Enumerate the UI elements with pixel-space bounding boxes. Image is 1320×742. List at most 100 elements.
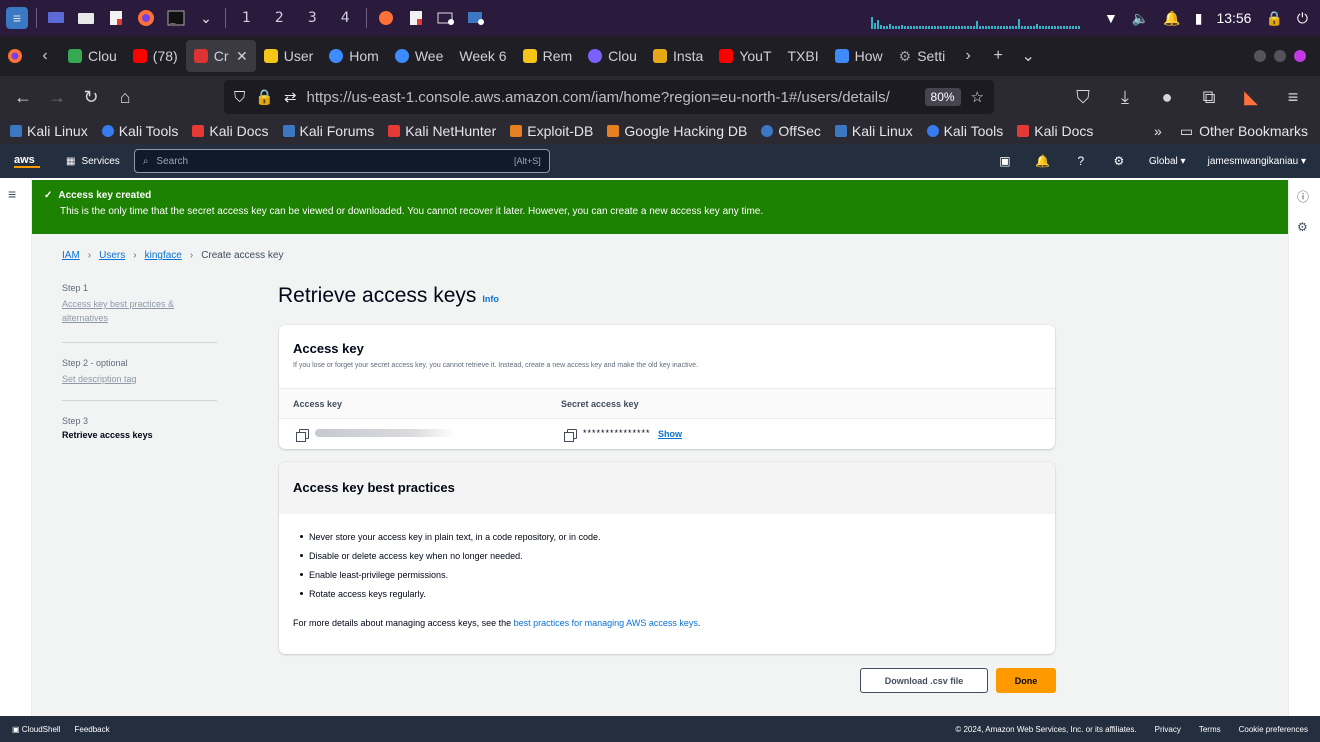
bookmark-item[interactable]: Google Hacking DB bbox=[607, 123, 747, 139]
back-icon[interactable]: ← bbox=[6, 82, 40, 112]
url-bar[interactable]: ⛉ 🔒 ⇄ https://us-east-1.console.aws.amaz… bbox=[224, 80, 994, 114]
workspace-4[interactable]: 4 bbox=[341, 10, 350, 26]
power-icon[interactable]: ⏻ bbox=[1297, 10, 1308, 27]
tab-item[interactable]: Wee bbox=[387, 40, 452, 72]
home-icon[interactable]: ⌂ bbox=[108, 82, 142, 112]
bookmark-item[interactable]: Kali Docs bbox=[1017, 123, 1093, 139]
permissions-icon[interactable]: ⇄ bbox=[284, 88, 297, 106]
bookmark-star-icon[interactable]: ☆ bbox=[971, 88, 984, 106]
bookmark-item[interactable]: Kali Docs bbox=[192, 123, 269, 139]
tab-item[interactable]: TXBI bbox=[780, 40, 827, 72]
tab-scroll-right-icon[interactable]: › bbox=[953, 47, 983, 65]
clock[interactable]: 13:56 bbox=[1216, 10, 1251, 26]
tab-item[interactable]: User bbox=[256, 40, 322, 72]
done-button[interactable]: Done bbox=[996, 668, 1056, 693]
extensions-icon[interactable]: ⧉ bbox=[1192, 82, 1226, 112]
hamburger-menu-icon[interactable]: ≡ bbox=[8, 186, 16, 202]
battery-icon[interactable]: ▮ bbox=[1195, 10, 1203, 27]
step-link[interactable]: Access key best practices & alternatives bbox=[62, 297, 222, 325]
tab-item[interactable]: ⚙ Setti bbox=[891, 40, 954, 72]
tab-item[interactable]: Week 6 bbox=[451, 40, 514, 72]
list-all-tabs-icon[interactable]: ⌄ bbox=[1013, 46, 1043, 66]
firefox-icon[interactable] bbox=[135, 7, 157, 29]
volume-icon[interactable]: 🔈 bbox=[1132, 10, 1149, 27]
settings-gear-icon[interactable]: ⚙ bbox=[1111, 153, 1127, 169]
tab-item-active[interactable]: Cr ✕ bbox=[185, 40, 256, 72]
reload-icon[interactable]: ↻ bbox=[74, 82, 108, 112]
breadcrumb-user[interactable]: kingface bbox=[145, 250, 182, 261]
bookmark-item[interactable]: Kali Linux bbox=[834, 123, 913, 139]
cloudshell-icon[interactable]: ▣ bbox=[997, 153, 1013, 169]
tab-scroll-left-icon[interactable]: ‹ bbox=[30, 47, 60, 65]
firefox-view-icon[interactable] bbox=[0, 48, 30, 64]
privacy-link[interactable]: Privacy bbox=[1155, 725, 1181, 734]
info-link[interactable]: Info bbox=[482, 294, 499, 304]
search-input[interactable]: ⌕ Search [Alt+S] bbox=[133, 149, 550, 173]
bookmark-item[interactable]: Kali Tools bbox=[101, 123, 178, 139]
workspace-2[interactable]: 2 bbox=[275, 10, 284, 26]
region-selector[interactable]: Global ▾ bbox=[1149, 156, 1186, 167]
forward-icon[interactable]: → bbox=[40, 82, 74, 112]
download-csv-button[interactable]: Download .csv file bbox=[860, 668, 988, 693]
tab-item[interactable]: Insta bbox=[645, 40, 711, 72]
services-menu[interactable]: ▦ Services bbox=[66, 156, 120, 167]
downloads-icon[interactable]: ⤓ bbox=[1108, 82, 1142, 112]
tab-item[interactable]: Clou bbox=[580, 40, 645, 72]
text-editor-icon[interactable] bbox=[105, 7, 127, 29]
copy-secret-key-icon[interactable] bbox=[564, 429, 577, 442]
bookmark-item[interactable]: Kali NetHunter bbox=[388, 123, 496, 139]
wifi-icon[interactable]: ▼ bbox=[1104, 10, 1118, 26]
lock-icon[interactable]: 🔒 bbox=[255, 88, 274, 106]
tab-item[interactable]: Hom bbox=[321, 40, 387, 72]
lock-icon[interactable]: 🔒 bbox=[1265, 10, 1282, 27]
menu-icon[interactable]: ≡ bbox=[1276, 82, 1310, 112]
account-icon[interactable]: ● bbox=[1150, 82, 1184, 112]
pocket-icon[interactable]: ⛉ bbox=[1066, 82, 1100, 112]
tab-item[interactable]: (78) bbox=[125, 40, 186, 72]
terminal-icon[interactable]: _ bbox=[165, 7, 187, 29]
breadcrumb-iam[interactable]: IAM bbox=[62, 250, 80, 261]
shield-icon[interactable]: ⛉ bbox=[234, 89, 245, 106]
breadcrumb-users[interactable]: Users bbox=[99, 250, 125, 261]
tab-item[interactable]: How bbox=[827, 40, 891, 72]
show-secret-link[interactable]: Show bbox=[658, 429, 682, 439]
workspace-3[interactable]: 3 bbox=[308, 10, 317, 26]
bookmark-item[interactable]: Kali Linux bbox=[10, 123, 88, 139]
new-tab-icon[interactable]: + bbox=[983, 47, 1013, 65]
file-manager-icon[interactable] bbox=[75, 7, 97, 29]
bookmark-item[interactable]: Kali Forums bbox=[282, 123, 374, 139]
bookmark-item[interactable]: Kali Tools bbox=[926, 123, 1003, 139]
chevron-down-icon[interactable]: ⌄ bbox=[195, 7, 217, 29]
aws-logo[interactable]: aws bbox=[14, 154, 40, 168]
desktop-icon[interactable] bbox=[45, 7, 67, 29]
tab-item[interactable]: YouT bbox=[711, 40, 779, 72]
workspace-1[interactable]: 1 bbox=[242, 10, 251, 26]
help-icon[interactable]: ? bbox=[1073, 153, 1089, 169]
url-text[interactable]: https://us-east-1.console.aws.amazon.com… bbox=[307, 89, 915, 106]
bookmark-item[interactable]: OffSec bbox=[761, 123, 821, 139]
extension-icon[interactable]: ◣ bbox=[1234, 82, 1268, 112]
info-panel-icon[interactable]: ⓘ bbox=[1297, 188, 1309, 205]
chevron-double-right-icon[interactable]: » bbox=[1154, 123, 1162, 139]
notification-bell-icon[interactable]: 🔔 bbox=[1163, 10, 1180, 27]
firefox-window-icon[interactable] bbox=[375, 7, 397, 29]
account-menu[interactable]: jamesmwangikaniau ▾ bbox=[1208, 156, 1306, 167]
zoom-indicator[interactable]: 80% bbox=[924, 88, 961, 106]
step-link[interactable]: Set description tag bbox=[62, 372, 222, 386]
settings-icon[interactable]: ⚙ bbox=[1297, 220, 1308, 234]
feedback-link[interactable]: Feedback bbox=[74, 725, 109, 734]
minimize-icon[interactable] bbox=[1254, 50, 1266, 62]
bookmark-item[interactable]: Exploit-DB bbox=[510, 123, 593, 139]
cloudshell-button[interactable]: ▣ CloudShell bbox=[12, 725, 60, 734]
notification-bell-icon[interactable]: 🔔 bbox=[1035, 153, 1051, 169]
terms-link[interactable]: Terms bbox=[1199, 725, 1221, 734]
other-bookmarks[interactable]: » ▭ Other Bookmarks bbox=[1154, 123, 1320, 140]
cookie-preferences-link[interactable]: Cookie preferences bbox=[1239, 725, 1308, 734]
maximize-icon[interactable] bbox=[1274, 50, 1286, 62]
best-practices-link[interactable]: best practices for managing AWS access k… bbox=[514, 618, 698, 628]
copy-access-key-icon[interactable] bbox=[296, 429, 309, 442]
kali-menu-icon[interactable]: ≡ bbox=[6, 7, 28, 29]
app-window-icon[interactable] bbox=[465, 7, 487, 29]
tab-item[interactable]: Rem bbox=[515, 40, 581, 72]
screenshot-window-icon[interactable] bbox=[435, 7, 457, 29]
